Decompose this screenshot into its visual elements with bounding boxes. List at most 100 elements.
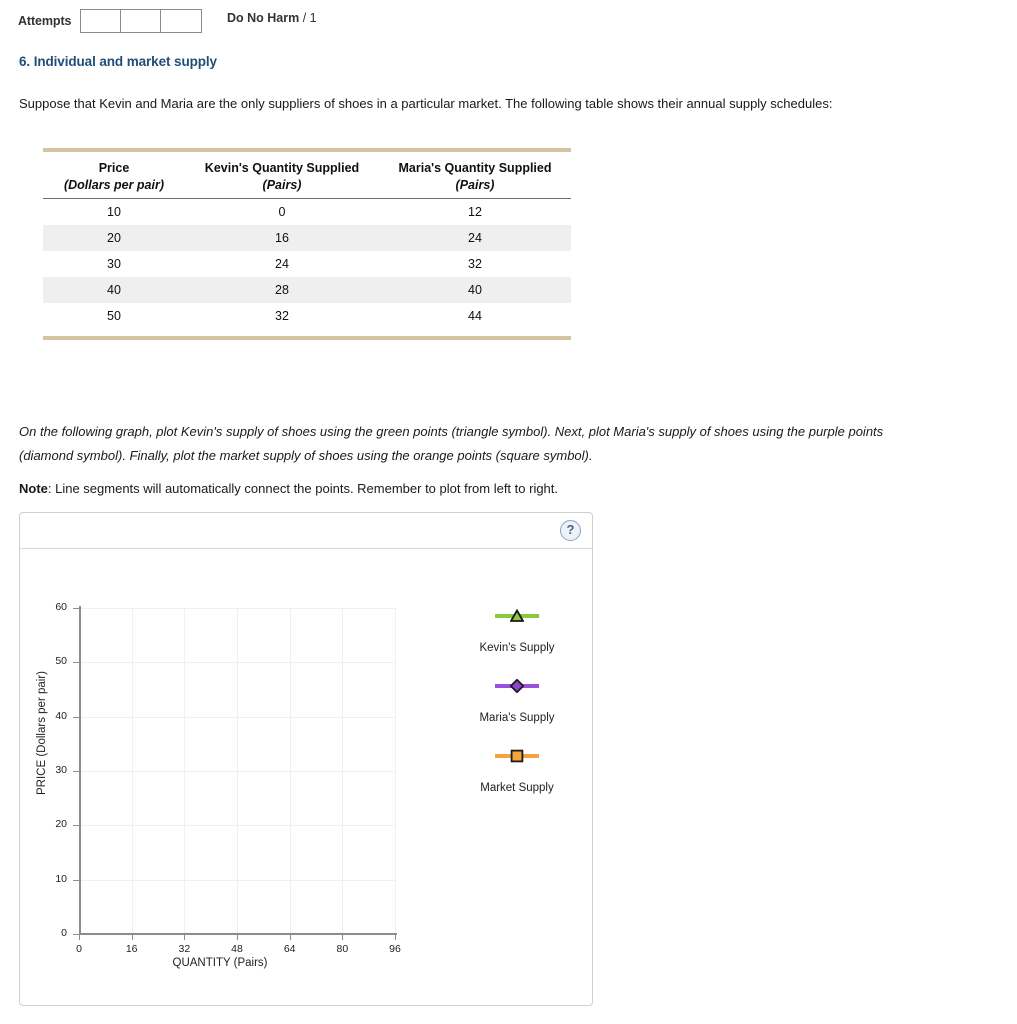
attempts-label: Attempts — [18, 14, 72, 28]
table-header-main-row: Price Kevin's Quantity Supplied Maria's … — [43, 152, 571, 177]
x-axis-tick-label: 64 — [283, 943, 296, 955]
table-row: 30 24 32 — [43, 251, 571, 277]
x-axis-tick-label: 16 — [125, 943, 138, 955]
legend-entry[interactable]: Maria's Supply — [457, 677, 577, 724]
x-axis-tick-label: 80 — [336, 943, 349, 955]
column-unit-price: (Dollars per pair) — [43, 177, 185, 199]
column-unit-kevin: (Pairs) — [185, 177, 379, 199]
attempt-box-1[interactable] — [81, 10, 122, 32]
y-axis-tick-label: 50 — [55, 655, 67, 668]
cell-price: 20 — [43, 225, 185, 251]
cell-price: 50 — [107, 309, 121, 323]
table-bottom-rule — [43, 336, 571, 340]
y-axis-tick — [73, 771, 80, 772]
x-axis-tick — [395, 934, 396, 940]
score-display: Do No Harm / 1 — [227, 11, 317, 25]
gridline-vertical — [237, 608, 238, 934]
cell-maria: 12 — [468, 205, 482, 219]
square-marker-icon — [510, 749, 524, 763]
x-axis-tick — [184, 934, 186, 940]
x-axis-tick-label: 96 — [389, 943, 401, 955]
cell-price: 40 — [43, 277, 185, 303]
cell-price: 10 — [107, 205, 121, 219]
x-axis-tick-label: 48 — [231, 943, 243, 955]
legend-symbol — [457, 607, 577, 623]
y-axis-tick — [73, 716, 80, 718]
x-axis-title: QUANTITY (Pairs) — [172, 957, 268, 969]
cell-price: 30 — [107, 257, 121, 271]
cell-kevin: 0 — [278, 205, 286, 219]
y-axis-tick-label: 40 — [55, 709, 67, 722]
plot-stage[interactable]: PRICE (Dollars per pair) QUANTITY (Pairs… — [20, 549, 592, 1005]
gridline-vertical — [342, 608, 344, 934]
table-row: 50 32 44 — [43, 303, 571, 329]
graph-panel[interactable]: ? PRICE (Dollars per pair) QUANTITY (Pai… — [19, 512, 593, 1006]
legend-label: Kevin's Supply — [479, 642, 555, 654]
cell-maria: 32 — [468, 257, 482, 271]
y-axis-tick-label: 60 — [55, 601, 67, 613]
legend-symbol — [457, 747, 577, 763]
x-axis-tick-label: 32 — [178, 943, 191, 955]
score-separator: / — [299, 11, 310, 25]
column-header-kevin: Kevin's Quantity Supplied — [204, 161, 360, 175]
x-axis-tick — [342, 934, 344, 940]
gridline-vertical — [184, 608, 186, 934]
y-axis-tick — [73, 825, 80, 827]
y-axis-title: PRICE (Dollars per pair) — [36, 671, 48, 795]
legend-label: Maria's Supply — [479, 712, 555, 724]
legend-entry[interactable]: Kevin's Supply — [457, 607, 577, 654]
plot-note: Note: Line segments will automatically c… — [19, 481, 558, 496]
attempts-boxes — [80, 9, 203, 33]
cell-maria: 44 — [468, 309, 482, 323]
cell-kevin: 32 — [275, 309, 289, 323]
table-row: 10 0 12 — [43, 199, 571, 226]
cell-kevin: 16 — [185, 225, 379, 251]
column-header-price: Price — [98, 161, 130, 175]
supply-schedule-table: Price Kevin's Quantity Supplied Maria's … — [43, 148, 571, 340]
attempts-bar: Attempts — [18, 8, 203, 34]
note-label: Note — [19, 481, 48, 496]
x-axis-tick — [131, 934, 133, 940]
question-intro: Suppose that Kevin and Maria are the onl… — [19, 96, 833, 111]
score-label: Do No Harm — [227, 11, 300, 25]
y-axis-tick — [73, 879, 80, 881]
column-header-maria: Maria's Quantity Supplied — [398, 161, 552, 175]
table-row: 20 16 24 — [43, 225, 571, 251]
y-axis-tick — [73, 662, 80, 664]
plot-area[interactable] — [79, 608, 396, 934]
x-axis-line — [79, 933, 397, 935]
y-axis-tick-label: 10 — [55, 872, 67, 885]
x-axis-tick — [237, 934, 238, 940]
attempt-box-2[interactable] — [121, 10, 162, 32]
graph-toolbar: ? — [20, 513, 592, 549]
x-axis-tick — [79, 934, 80, 940]
plot-instructions: On the following graph, plot Kevin's sup… — [19, 424, 884, 463]
y-axis-tick-label: 30 — [55, 764, 67, 776]
question-heading: 6. Individual and market supply — [19, 54, 217, 69]
y-axis-tick-label: 0 — [61, 927, 67, 939]
table-row: 40 28 40 — [43, 277, 571, 303]
table-header-unit-row: (Dollars per pair) (Pairs) (Pairs) — [43, 177, 571, 199]
gridline-vertical — [131, 608, 133, 934]
cell-maria: 40 — [379, 277, 571, 303]
cell-kevin: 24 — [275, 257, 289, 271]
help-icon[interactable]: ? — [560, 520, 581, 541]
gridline-vertical — [289, 608, 291, 934]
note-text: : Line segments will automatically conne… — [47, 481, 559, 496]
y-axis-tick-label: 20 — [55, 818, 67, 831]
gridline-vertical — [395, 608, 396, 934]
cell-kevin: 28 — [185, 277, 379, 303]
x-axis-tick-label: 0 — [76, 943, 82, 955]
diamond-marker-icon — [509, 678, 525, 694]
legend-symbol — [457, 677, 577, 694]
x-axis-tick — [289, 934, 291, 940]
legend-label: Market Supply — [480, 782, 554, 794]
y-axis-tick — [73, 608, 80, 609]
attempt-box-3[interactable] — [161, 10, 202, 32]
legend-entry[interactable]: Market Supply — [457, 747, 577, 794]
cell-maria: 24 — [379, 225, 571, 251]
score-value: 1 — [309, 11, 317, 25]
triangle-marker-icon — [509, 608, 525, 623]
column-unit-maria: (Pairs) — [379, 177, 571, 199]
table-spacer — [43, 329, 571, 336]
